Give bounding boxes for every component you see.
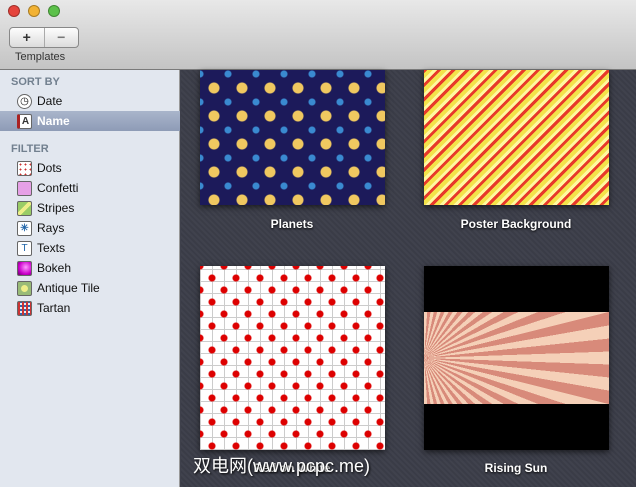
name-doc-icon: A — [17, 113, 32, 129]
filter-item-texts[interactable]: T Texts — [0, 238, 180, 258]
watermark: 双电网(www.pcpc.me) — [193, 456, 371, 476]
filter-label: Bokeh — [37, 261, 72, 275]
filter-label: Rays — [37, 221, 65, 235]
filter-item-confetti[interactable]: Confetti — [0, 178, 180, 198]
text-icon: T — [17, 240, 32, 256]
tartan-icon — [17, 300, 32, 316]
filter-item-dots[interactable]: Dots — [0, 158, 180, 178]
filter-item-rays[interactable]: ✳ Rays — [0, 218, 180, 238]
template-caption: Planets — [270, 217, 314, 231]
template-gallery: Planets Poster Background Red on White R… — [181, 70, 636, 487]
confetti-icon — [17, 180, 32, 196]
filter-label: Antique Tile — [37, 281, 100, 295]
sort-item-date[interactable]: ◷ Date — [0, 91, 180, 111]
stripes-icon — [17, 200, 32, 216]
template-thumb-rising-sun[interactable] — [424, 266, 609, 450]
filter-item-antique-tile[interactable]: Antique Tile — [0, 278, 180, 298]
add-remove-segmented-control: + − — [9, 27, 79, 48]
minimize-window-button[interactable] — [28, 5, 40, 17]
filter-item-stripes[interactable]: Stripes — [0, 198, 180, 218]
filter-item-bokeh[interactable]: Bokeh — [0, 258, 180, 278]
filter-label: Tartan — [37, 301, 71, 315]
template-thumb-red-on-white[interactable] — [200, 266, 385, 450]
sort-by-header: SORT BY — [11, 76, 60, 88]
rays-icon: ✳ — [17, 220, 32, 236]
toolbar: + − Templates — [0, 0, 636, 70]
toolbar-title: Templates — [15, 51, 66, 63]
sort-item-name[interactable]: A Name — [0, 111, 180, 131]
zoom-window-button[interactable] — [48, 5, 60, 17]
template-thumb-planets[interactable] — [200, 70, 385, 205]
template-thumb-poster-background[interactable] — [424, 70, 609, 205]
remove-template-button[interactable]: − — [45, 28, 79, 47]
close-window-button[interactable] — [8, 5, 20, 17]
sort-item-label: Date — [37, 94, 63, 108]
filter-header: FILTER — [11, 143, 49, 155]
dots-icon — [17, 160, 32, 176]
sidebar: SORT BY ◷ Date A Name FILTER Dots Confetti… — [0, 70, 180, 487]
filter-label: Dots — [37, 161, 62, 175]
add-template-button[interactable]: + — [10, 28, 45, 47]
template-caption: Rising Sun — [484, 461, 548, 475]
clock-icon: ◷ — [17, 93, 32, 109]
sort-item-label: Name — [37, 114, 70, 128]
bokeh-icon — [17, 260, 32, 276]
template-caption: Poster Background — [460, 217, 572, 231]
antique-tile-icon — [17, 280, 32, 296]
filter-label: Stripes — [37, 201, 75, 215]
filter-item-tartan[interactable]: Tartan — [0, 298, 180, 318]
filter-label: Texts — [37, 241, 66, 255]
filter-label: Confetti — [37, 181, 79, 195]
